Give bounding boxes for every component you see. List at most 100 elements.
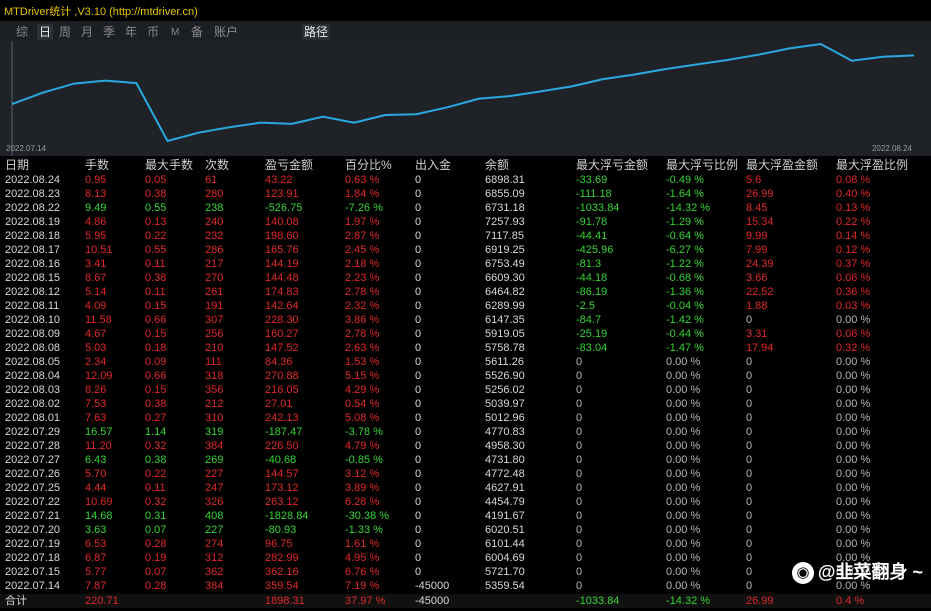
table-row[interactable]: 2022.07.29 16.57 1.14 319 -187.47 -3.78 % 0 477… — [0, 425, 931, 439]
cell-max-float-loss-pct: -0.68 % — [666, 272, 704, 284]
table-row[interactable]: 2022.07.20 3.63 0.07 227 -80.93 -1.33 % 0 6020.… — [0, 523, 931, 537]
cell-lots: 8.26 — [85, 384, 107, 396]
cell-balance: 4454.79 — [485, 496, 525, 508]
table-row[interactable]: 2022.08.23 8.13 0.38 280 123.91 1.84 % 0 6855.0… — [0, 187, 931, 201]
cell-max-float-loss-pct: 0.00 % — [666, 566, 701, 578]
header-pnl[interactable]: 盈亏金额 — [265, 158, 313, 172]
table-row[interactable]: 2022.08.22 9.49 0.55 238 -526.75 -7.26 % 0 6731… — [0, 201, 931, 215]
cell-max-float-loss-pct: -1.29 % — [666, 216, 704, 228]
cell-deposit: 0 — [415, 244, 422, 256]
table-row[interactable]: 2022.07.27 6.43 0.38 269 -40.68 -0.85 % 0 4731.… — [0, 453, 931, 467]
cell-max-lots: 0.32 — [145, 440, 167, 452]
tab-week[interactable]: 周 — [59, 24, 71, 40]
tab-year[interactable]: 年 — [125, 24, 137, 40]
table-row[interactable]: 2022.08.04 12.09 0.66 318 270.88 5.15 % 0 5526.… — [0, 369, 931, 383]
header-percent[interactable]: 百分比% — [345, 158, 392, 172]
cell-date: 2022.08.19 — [5, 216, 61, 228]
cell-lots: 11.58 — [85, 314, 112, 326]
cell-percent: 6.76 % — [345, 566, 380, 578]
cell-deposit: 0 — [415, 398, 422, 410]
table-row[interactable]: 2022.08.15 8.67 0.38 270 144.48 2.23 % 0 6609.3… — [0, 271, 931, 285]
header-max-float-loss[interactable]: 最大浮亏金额 — [576, 158, 648, 172]
cell-pnl: 43.22 — [265, 174, 293, 186]
cell-max-float-profit: 0 — [746, 552, 753, 564]
table-row[interactable]: 2022.07.21 14.68 0.31 408 -1828.84 -30.38 % 0 4… — [0, 509, 931, 523]
header-lots[interactable]: 手数 — [85, 158, 109, 172]
cell-max-float-loss-pct: 0.00 % — [666, 384, 701, 396]
table-row[interactable]: 2022.08.10 11.58 0.66 307 228.30 3.86 % 0 6147.… — [0, 313, 931, 327]
cell-max-float-loss: 0 — [576, 412, 583, 424]
cell-percent: 4.29 % — [345, 384, 380, 396]
cell-percent: 3.86 % — [345, 314, 380, 326]
table-row[interactable]: 2022.07.28 11.20 0.32 384 226.50 4.79 % 0 4958.… — [0, 439, 931, 453]
cell-deposit: 0 — [415, 384, 422, 396]
table-row[interactable]: 2022.08.01 7.63 0.27 310 242.13 5.08 % 0 5012.9… — [0, 411, 931, 425]
cell-date: 2022.07.15 — [5, 566, 61, 578]
balance-line — [11, 42, 915, 143]
table-row[interactable]: 2022.07.22 10.69 0.32 326 263.12 6.28 % 0 4454.… — [0, 495, 931, 509]
table-row[interactable]: 2022.07.25 4.44 0.11 247 173.12 3.89 % 0 4627.9… — [0, 481, 931, 495]
tab-day[interactable]: 日 — [37, 24, 54, 40]
cell-max-float-profit: 22.52 — [746, 286, 774, 298]
cell-max-float-profit: 0 — [746, 440, 753, 452]
table-row[interactable]: 2022.08.02 7.53 0.38 212 27.01 0.54 % 0 5039.97… — [0, 397, 931, 411]
cell-max-float-loss-pct: -1.22 % — [666, 258, 704, 270]
cell-deposit: 0 — [415, 174, 422, 186]
cell-balance: 6855.09 — [485, 188, 525, 200]
header-max-float-loss-pct[interactable]: 最大浮亏比例 — [666, 158, 738, 172]
balance-chart-svg: 2022.07.14 2022.08.24 — [6, 41, 915, 156]
table-row[interactable]: 2022.08.11 4.09 0.15 191 142.64 2.32 % 0 6289.9… — [0, 299, 931, 313]
cell-balance: 5721.70 — [485, 566, 525, 578]
cell-lots: 9.49 — [85, 202, 107, 214]
header-count[interactable]: 次数 — [205, 158, 229, 172]
tab-overview[interactable]: 综 — [16, 24, 28, 40]
header-max-lots[interactable]: 最大手数 — [145, 158, 193, 172]
cell-max-lots: 0.38 — [145, 398, 167, 410]
cell-balance: 4958.30 — [485, 440, 525, 452]
tab-quarter[interactable]: 季 — [103, 24, 115, 40]
cell-max-float-loss-pct: 0.00 % — [666, 426, 701, 438]
cell-count: 210 — [205, 342, 224, 354]
table-row[interactable]: 2022.08.24 0.95 0.05 61 43.22 0.63 % 0 6898.31 -… — [0, 173, 931, 187]
tab-notes[interactable]: 备 — [191, 24, 203, 40]
table-row[interactable]: 2022.08.17 10.51 0.55 286 165.76 2.45 % 0 6919.… — [0, 243, 931, 257]
tab-m[interactable]: M — [171, 25, 179, 41]
header-max-float-profit[interactable]: 最大浮盈金额 — [746, 158, 818, 172]
cell-date: 2022.07.18 — [5, 552, 61, 564]
cell-percent: 2.78 % — [345, 328, 380, 340]
table-row[interactable]: 2022.08.12 5.14 0.11 261 174.83 2.78 % 0 6464.8… — [0, 285, 931, 299]
cell-pnl: -187.47 — [265, 426, 303, 438]
header-date[interactable]: 日期 — [5, 158, 29, 172]
cell-deposit: 0 — [415, 426, 422, 438]
tab-path[interactable]: 路径 — [302, 24, 331, 40]
cell-deposit: 0 — [415, 496, 422, 508]
cell-max-lots: 0.15 — [145, 300, 167, 312]
tab-currency[interactable]: 币 — [147, 24, 159, 40]
table-row[interactable]: 2022.08.19 4.86 0.13 240 140.08 1.97 % 0 7257.9… — [0, 215, 931, 229]
cell-max-float-loss-pct: 0.00 % — [666, 412, 701, 424]
table-row[interactable]: 2022.08.08 5.03 0.18 210 147.52 2.63 % 0 5758.7… — [0, 341, 931, 355]
table-row[interactable]: 2022.08.05 2.34 0.09 111 84.36 1.53 % 0 5611.26… — [0, 355, 931, 369]
tab-month[interactable]: 月 — [81, 24, 93, 40]
cell-balance: 6147.35 — [485, 314, 525, 326]
tab-account[interactable]: 账户 — [214, 24, 238, 40]
table-row[interactable]: 2022.08.03 8.26 0.15 356 216.05 4.29 % 0 5256.0… — [0, 383, 931, 397]
header-deposit[interactable]: 出入金 — [415, 158, 451, 172]
cell-max-float-loss: -111.18 — [576, 188, 612, 200]
cell-balance: 6289.99 — [485, 300, 525, 312]
cell-date: 2022.08.09 — [5, 328, 61, 340]
table-row[interactable]: 2022.08.16 3.41 0.11 217 144.19 2.18 % 0 6753.4… — [0, 257, 931, 271]
table-row[interactable]: 2022.08.09 4.67 0.15 256 160.27 2.78 % 0 5919.0… — [0, 327, 931, 341]
cell-balance: 4772.48 — [485, 468, 525, 480]
cell-pnl: 147.52 — [265, 342, 299, 354]
cell-deposit: 0 — [415, 356, 422, 368]
cell-max-lots: 0.19 — [145, 552, 167, 564]
cell-pnl: 226.50 — [265, 440, 299, 452]
cell-max-float-profit: 0 — [746, 510, 753, 522]
table-row[interactable]: 2022.08.18 5.95 0.22 232 198.60 2.87 % 0 7117.8… — [0, 229, 931, 243]
table-row[interactable]: 2022.07.26 5.70 0.22 227 144.57 3.12 % 0 4772.4… — [0, 467, 931, 481]
header-max-float-profit-pct[interactable]: 最大浮盈比例 — [836, 158, 908, 172]
table-row[interactable]: 2022.07.19 6.53 0.28 274 96.75 1.61 % 0 6101.44… — [0, 537, 931, 551]
header-balance[interactable]: 余额 — [485, 158, 509, 172]
cell-max-float-loss: 0 — [576, 482, 583, 494]
